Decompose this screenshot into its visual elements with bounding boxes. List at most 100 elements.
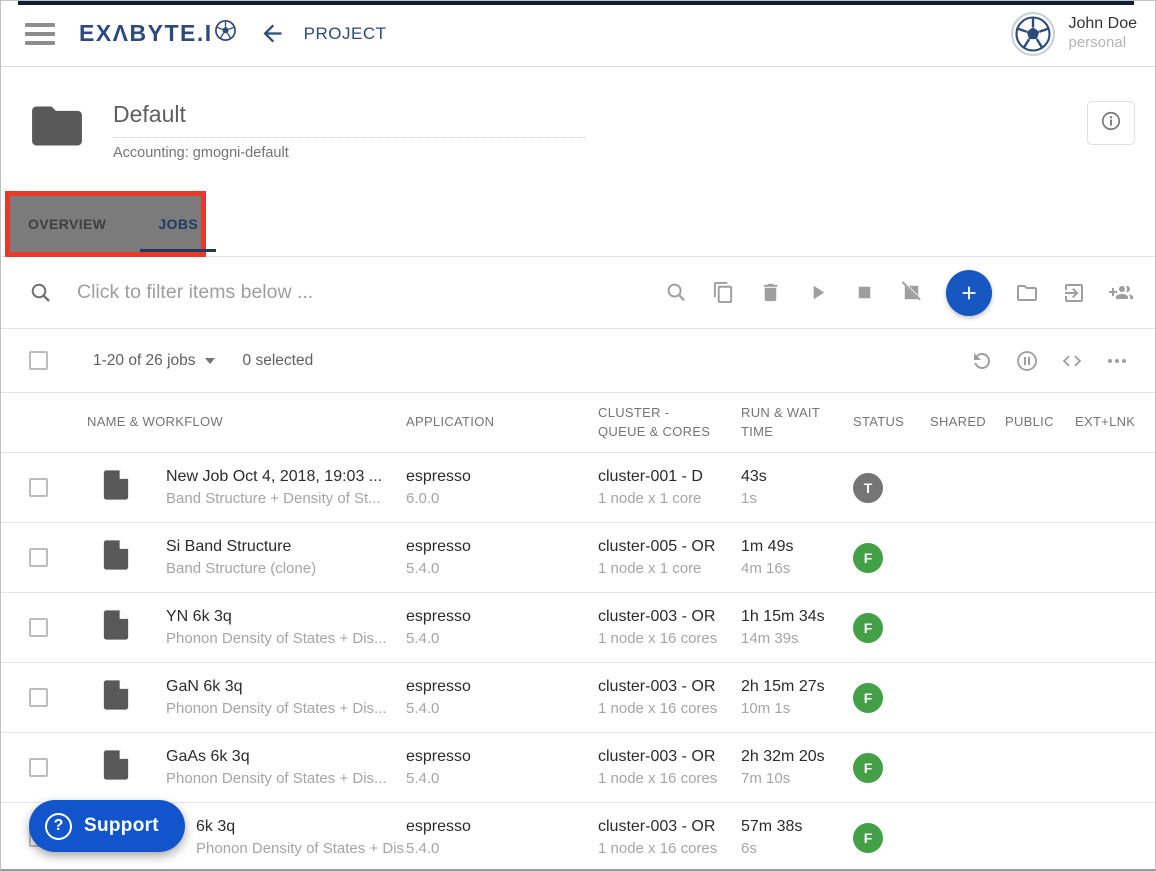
col-header-public[interactable]: PUBLIC xyxy=(1005,413,1075,432)
job-name[interactable]: GaN 6k 3q xyxy=(166,678,406,696)
table-row[interactable]: GaAs 6k 3q Phonon Density of States + Di… xyxy=(1,733,1155,803)
col-header-cluster[interactable]: CLUSTER - QUEUE & CORES xyxy=(598,404,741,442)
status-badge: F xyxy=(853,543,883,573)
project-accounting: Accounting: gmogni-default xyxy=(113,145,585,161)
chevron-down-icon xyxy=(205,358,215,364)
active-tab-indicator xyxy=(140,249,216,252)
col-header-shared[interactable]: SHARED xyxy=(930,413,1005,432)
support-label: Support xyxy=(84,815,159,837)
job-workflow: Band Structure + Density of St... xyxy=(166,490,406,507)
col-header-ext-lnk[interactable]: EXT+LNK xyxy=(1075,413,1156,432)
job-app-version: 5.4.0 xyxy=(406,770,598,787)
user-avatar[interactable] xyxy=(1011,12,1055,56)
code-view-icon[interactable] xyxy=(1060,349,1084,373)
job-workflow: Phonon Density of States + Dis... xyxy=(196,840,406,857)
job-wait-time: 14m 39s xyxy=(741,630,853,647)
col-header-status[interactable]: STATUS xyxy=(853,413,930,432)
job-name[interactable]: YN 6k 3q xyxy=(166,608,406,626)
info-icon xyxy=(1100,110,1122,137)
share-with-team-icon[interactable] xyxy=(1109,281,1133,305)
pause-icon[interactable] xyxy=(1015,349,1039,373)
job-cores: 1 node x 16 cores xyxy=(598,700,741,717)
user-role: personal xyxy=(1069,34,1138,53)
job-app-version: 5.4.0 xyxy=(406,840,598,857)
top-navigation-bar: EXΛBYTE.I PROJECT xyxy=(1,1,1155,67)
row-checkbox[interactable] xyxy=(29,548,48,567)
file-icon xyxy=(73,608,166,647)
folder-icon xyxy=(31,103,83,191)
create-job-button[interactable] xyxy=(946,270,992,316)
job-run-time: 57m 38s xyxy=(741,818,853,836)
job-app-version: 5.4.0 xyxy=(406,700,598,717)
row-checkbox[interactable] xyxy=(29,618,48,637)
logo-text: EXΛBYTE.I xyxy=(79,20,213,47)
row-checkbox[interactable] xyxy=(29,758,48,777)
job-workflow: Phonon Density of States + Dis... xyxy=(166,770,406,787)
info-button[interactable] xyxy=(1087,101,1135,145)
refresh-icon[interactable] xyxy=(970,349,994,373)
project-title: Default xyxy=(113,101,585,138)
job-cores: 1 node x 16 cores xyxy=(598,630,741,647)
table-row[interactable]: YN 6k 3q Phonon Density of States + Dis.… xyxy=(1,593,1155,663)
job-name[interactable]: GaAs 6k 3q xyxy=(166,748,406,766)
annotation-highlight-box: OVERVIEW JOBS xyxy=(5,191,206,257)
job-run-time: 2h 32m 20s xyxy=(741,748,853,766)
job-name[interactable]: Si Band Structure xyxy=(166,538,406,556)
job-app-version: 6.0.0 xyxy=(406,490,598,507)
job-cluster-queue: cluster-003 - OR xyxy=(598,608,741,626)
job-workflow: Phonon Density of States + Dis... xyxy=(166,700,406,717)
job-cluster-queue: cluster-003 - OR xyxy=(598,748,741,766)
support-button[interactable]: ? Support xyxy=(29,800,185,852)
file-icon xyxy=(73,748,166,787)
tab-overview[interactable]: OVERVIEW xyxy=(28,216,106,232)
menu-icon[interactable] xyxy=(25,23,55,45)
table-row[interactable]: Si Band Structure Band Structure (clone)… xyxy=(1,523,1155,593)
status-badge: F xyxy=(853,683,883,713)
job-name[interactable]: 6k 3q xyxy=(196,818,406,836)
col-header-name[interactable]: NAME & WORKFLOW xyxy=(87,413,406,432)
row-checkbox[interactable] xyxy=(29,688,48,707)
file-icon xyxy=(73,538,166,577)
filter-search-icon xyxy=(29,281,53,305)
delete-icon[interactable] xyxy=(758,281,782,305)
filter-input[interactable] xyxy=(77,281,557,304)
copy-icon[interactable] xyxy=(711,281,735,305)
job-cores: 1 node x 16 cores xyxy=(598,770,741,787)
breadcrumb-project: PROJECT xyxy=(304,24,387,44)
job-name[interactable]: New Job Oct 4, 2018, 19:03 ... xyxy=(166,468,406,486)
run-icon[interactable] xyxy=(805,281,829,305)
col-header-run-wait[interactable]: RUN & WAIT TIME xyxy=(741,404,853,442)
job-wait-time: 6s xyxy=(741,840,853,857)
job-cluster-queue: cluster-005 - OR xyxy=(598,538,741,556)
job-wait-time: 10m 1s xyxy=(741,700,853,717)
search-icon[interactable] xyxy=(664,281,688,305)
job-app-version: 5.4.0 xyxy=(406,630,598,647)
import-icon[interactable] xyxy=(1062,281,1086,305)
col-header-application[interactable]: APPLICATION xyxy=(406,413,598,432)
back-arrow-icon[interactable] xyxy=(259,20,286,47)
move-to-folder-icon[interactable] xyxy=(1015,281,1039,305)
stop-icon[interactable] xyxy=(852,281,876,305)
job-run-time: 2h 15m 27s xyxy=(741,678,853,696)
exabyte-logo[interactable]: EXΛBYTE.I xyxy=(79,19,237,48)
status-badge: F xyxy=(853,753,883,783)
table-header-row: NAME & WORKFLOW APPLICATION CLUSTER - QU… xyxy=(1,393,1155,453)
table-row[interactable]: GaN 6k 3q Phonon Density of States + Dis… xyxy=(1,663,1155,733)
cancel-stop-icon[interactable] xyxy=(899,281,923,305)
job-run-time: 1m 49s xyxy=(741,538,853,556)
row-checkbox[interactable] xyxy=(29,478,48,497)
job-wait-time: 7m 10s xyxy=(741,770,853,787)
question-mark-icon: ? xyxy=(45,813,72,840)
select-all-checkbox[interactable] xyxy=(29,351,48,370)
tab-jobs[interactable]: JOBS xyxy=(144,196,212,252)
pagination-dropdown[interactable]: 1-20 of 26 jobs xyxy=(93,352,215,370)
user-name[interactable]: John Doe xyxy=(1069,14,1138,34)
plus-icon xyxy=(958,282,980,304)
status-badge: F xyxy=(853,613,883,643)
more-options-icon[interactable] xyxy=(1105,349,1129,373)
table-row[interactable]: New Job Oct 4, 2018, 19:03 ... Band Stru… xyxy=(1,453,1155,523)
job-application: espresso xyxy=(406,748,598,766)
list-controls-bar: 1-20 of 26 jobs 0 selected xyxy=(1,329,1155,393)
job-cluster-queue: cluster-003 - OR xyxy=(598,818,741,836)
job-cores: 1 node x 1 core xyxy=(598,560,741,577)
